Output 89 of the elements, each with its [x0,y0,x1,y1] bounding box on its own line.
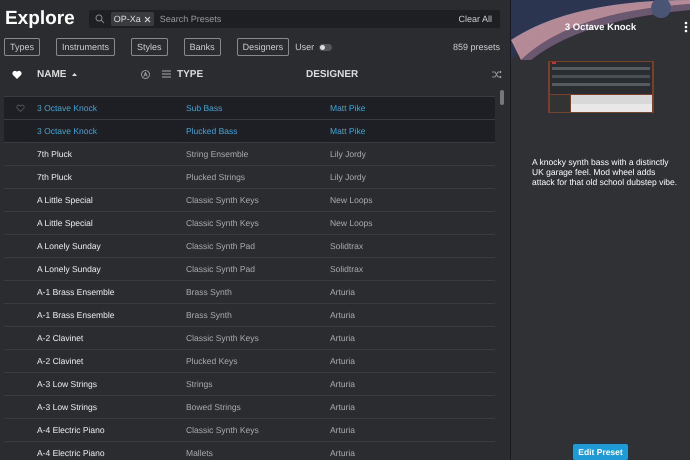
a-circle-icon[interactable] [141,70,150,78]
menu-icon[interactable] [162,70,171,78]
preset-row[interactable]: A-4 Electric Piano Classic Synth Keys Arturia [4,419,495,442]
preset-designer: Arturia [330,356,356,366]
sort-arrow-icon[interactable] [72,72,78,76]
preset-designer: Arturia [330,448,356,458]
preset-row[interactable]: A-2 Clavinet Classic Synth Keys Arturia [4,327,495,350]
preset-name: A Little Special [37,218,94,228]
filter-button[interactable]: Designers [236,38,290,56]
preset-name: A Lonely Sunday [37,264,102,274]
preset-designer: Arturia [330,379,356,389]
preset-type: Classic Synth Keys [186,218,260,228]
preset-type: Brass Synth [186,287,233,297]
preset-designer: Lily Jordy [330,172,366,182]
column-header[interactable]: NAME [37,68,66,80]
preset-type: Classic Synth Keys [186,333,260,343]
preset-row[interactable]: A Lonely Sunday Classic Synth Pad Solidtrax [4,235,495,258]
preset-count: 859 presets [452,42,500,52]
preset-name: A-3 Low Strings [37,402,98,412]
preset-name: 3 Octave Knock [37,103,98,113]
preset-designer: Solidtrax [330,241,364,251]
preset-designer: Arturia [330,333,356,343]
preset-row[interactable]: A Little Special Classic Synth Keys New Loops [4,189,495,212]
preset-name: A Lonely Sunday [37,241,102,251]
preset-type: Classic Synth Pad [186,264,256,274]
scrollbar[interactable] [500,90,504,105]
preset-designer: Lily Jordy [330,149,366,159]
user-toggle[interactable] [319,44,332,50]
preset-designer: Arturia [330,425,356,435]
preset-name: A-3 Low Strings [37,379,98,389]
preset-row[interactable]: 3 Octave Knock Plucked Bass Matt Pike [4,120,495,143]
preset-designer: Solidtrax [330,264,364,274]
preset-row[interactable]: 7th Pluck Plucked Strings Lily Jordy [4,166,495,189]
preset-type: Plucked Strings [186,172,246,182]
preset-row[interactable]: 3 Octave Knock Sub Bass Matt Pike [4,97,495,120]
search-icon [94,14,105,24]
preset-name: A-2 Clavinet [37,333,84,343]
heart-icon[interactable] [12,70,22,78]
close-icon[interactable] [144,16,151,22]
search-placeholder: Search Presets [160,14,222,24]
preset-description: A knocky synth bass with a distinctly UK garage feel. Mod wheel adds attack for that old school dubstep vibe. [531,157,678,188]
preset-designer: Matt Pike [330,126,366,136]
preset-type: Plucked Keys [186,356,238,366]
preset-designer: New Loops [330,195,373,205]
preset-type: Strings [186,379,214,389]
page-title: Explore [5,8,75,30]
preset-designer: New Loops [330,218,373,228]
filter-button[interactable]: Types [4,38,40,56]
preset-name: A Little Special [37,195,94,205]
clear-all-button[interactable]: Clear All [458,14,492,24]
preset-designer: Arturia [330,287,356,297]
preset-name: A-2 Clavinet [37,356,84,366]
filter-button[interactable]: Styles [131,38,168,56]
filter-tag[interactable]: OP-Xa [110,12,154,26]
preset-row[interactable]: A-1 Brass Ensemble Brass Synth Arturia [4,304,495,327]
preset-designer: Matt Pike [330,103,366,113]
preset-row[interactable]: A-2 Clavinet Plucked Keys Arturia [4,350,495,373]
preset-row[interactable]: A-4 Electric Piano Mallets Arturia [4,442,495,460]
preset-type: Brass Synth [186,310,233,320]
preset-name: A-4 Electric Piano [37,448,106,458]
preset-type: Sub Bass [186,103,224,113]
preset-name: A-1 Brass Ensemble [37,287,116,297]
column-header[interactable]: TYPE [177,68,204,80]
preset-designer: Arturia [330,402,356,412]
preset-type: Bowed Strings [186,402,242,412]
preset-type: Plucked Bass [186,126,238,136]
user-label: User [295,42,314,52]
preset-name: 7th Pluck [37,149,73,159]
preset-type: Classic Synth Keys [186,195,260,205]
preset-designer: Arturia [330,310,356,320]
preset-row[interactable]: 7th Pluck String Ensemble Lily Jordy [4,143,495,166]
preset-row[interactable]: A-3 Low Strings Strings Arturia [4,373,495,396]
preset-row[interactable]: A Lonely Sunday Classic Synth Pad Solidtrax [4,258,495,281]
preset-type: Mallets [186,448,214,458]
preset-name: A-1 Brass Ensemble [37,310,116,320]
filter-button[interactable]: Instruments [56,38,116,56]
preset-row[interactable]: A-1 Brass Ensemble Brass Synth Arturia [4,281,495,304]
preset-name: 3 Octave Knock [37,126,98,136]
preset-row[interactable]: A-3 Low Strings Bowed Strings Arturia [4,396,495,419]
preset-name: A-4 Electric Piano [37,425,106,435]
shuffle-icon[interactable] [492,70,502,78]
search-field[interactable]: OP-Xa Search Presets Clear All [88,10,500,28]
preset-type: Classic Synth Pad [186,241,256,251]
preset-type: Classic Synth Keys [186,425,260,435]
preset-type: String Ensemble [186,149,250,159]
preset-row[interactable]: A Little Special Classic Synth Keys New Loops [4,212,495,235]
preset-name: 7th Pluck [37,172,73,182]
filter-button[interactable]: Banks [184,38,221,56]
column-header[interactable]: DESIGNER [306,68,358,80]
